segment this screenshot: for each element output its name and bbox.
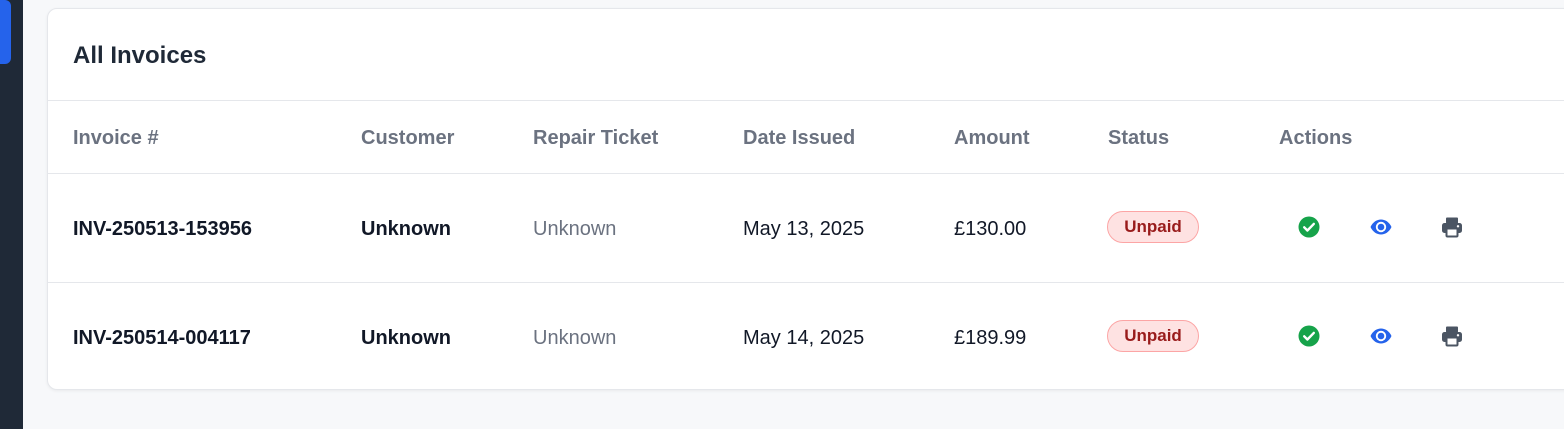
column-header-status: Status — [1108, 127, 1170, 149]
check-circle-icon[interactable] — [1297, 324, 1321, 348]
customer-name: Unknown — [361, 327, 451, 349]
check-circle-icon[interactable] — [1297, 215, 1321, 239]
column-header-date: Date Issued — [743, 127, 856, 149]
eye-icon[interactable] — [1369, 324, 1393, 348]
column-header-actions: Actions — [1279, 127, 1353, 149]
date-issued: May 13, 2025 — [743, 218, 865, 240]
printer-icon[interactable] — [1440, 324, 1464, 348]
invoice-number[interactable]: INV-250514-004117 — [73, 327, 251, 350]
column-header-amount: Amount — [954, 127, 1030, 149]
column-header-ticket: Repair Ticket — [533, 127, 659, 149]
date-issued: May 14, 2025 — [743, 327, 865, 349]
invoice-number[interactable]: INV-250513-153956 — [73, 218, 252, 241]
amount: £130.00 — [954, 218, 1027, 240]
row-divider — [48, 173, 1564, 174]
printer-icon[interactable] — [1440, 215, 1464, 239]
column-header-customer: Customer — [361, 127, 455, 149]
repair-ticket: Unknown — [533, 218, 617, 240]
sidebar — [0, 0, 23, 429]
status-badge: Unpaid — [1107, 211, 1199, 243]
amount: £189.99 — [954, 327, 1027, 349]
customer-name: Unknown — [361, 218, 451, 240]
sidebar-active-indicator[interactable] — [0, 0, 11, 64]
eye-icon[interactable] — [1369, 215, 1393, 239]
status-badge: Unpaid — [1107, 320, 1199, 352]
invoices-card: All Invoices Invoice # Customer Repair T… — [47, 8, 1564, 390]
page-title: All Invoices — [73, 42, 207, 69]
column-header-invoice: Invoice # — [73, 127, 159, 149]
row-divider — [48, 282, 1564, 283]
header-divider — [48, 100, 1564, 101]
repair-ticket: Unknown — [533, 327, 617, 349]
